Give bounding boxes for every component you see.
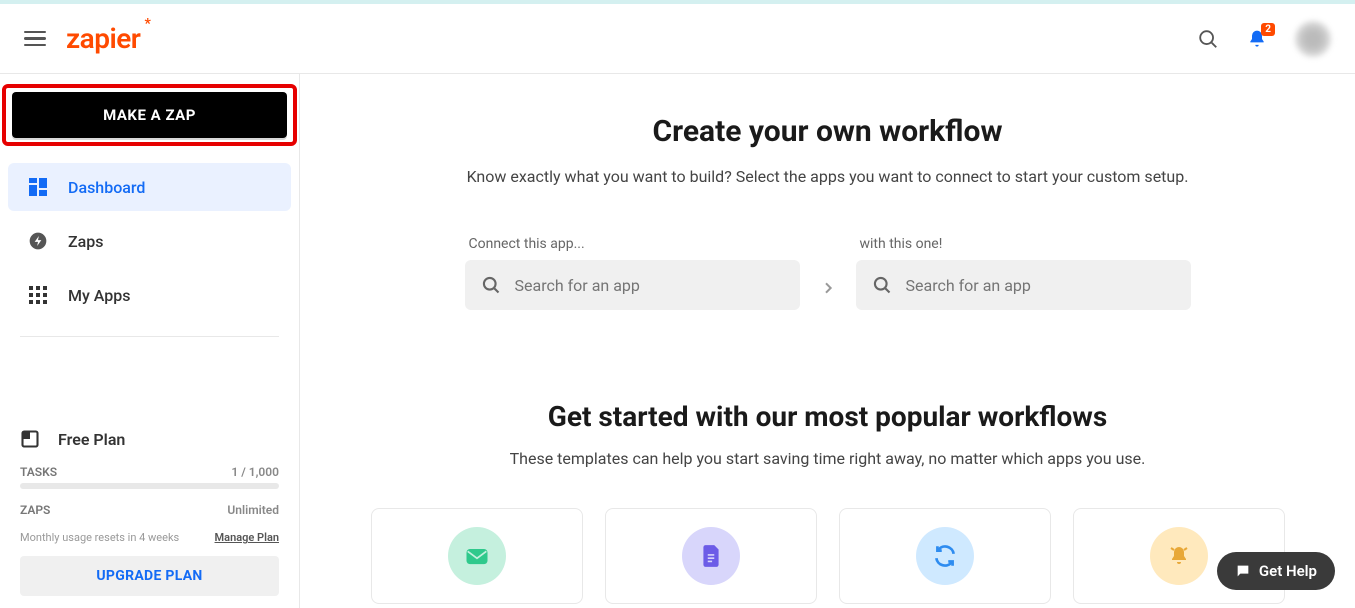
notifications-button[interactable]: 2 [1247,29,1267,49]
plan-icon [20,429,40,449]
sidebar-item-label: My Apps [68,286,131,305]
hero-subtitle: Know exactly what you want to build? Sel… [300,167,1355,186]
hero-title: Create your own workflow [300,114,1355,149]
source-app-input[interactable] [515,276,784,295]
tasks-progress-bar [20,483,279,489]
make-a-zap-button[interactable]: MAKE A ZAP [12,92,287,138]
dashboard-icon [28,177,48,197]
notification-bell-icon [1150,527,1208,585]
header-right: 2 [1197,21,1331,57]
sidebar-divider [20,336,279,337]
search-icon [481,275,501,295]
user-avatar[interactable] [1295,21,1331,57]
tasks-label: TASKS [20,465,57,479]
connect-source-label: Connect this app... [465,236,800,252]
make-zap-highlight: MAKE A ZAP [2,84,297,146]
target-app-input[interactable] [906,276,1175,295]
tasks-stat: TASKS 1 / 1,000 [20,465,279,479]
chevron-right-icon [820,280,836,296]
header: zapier* 2 [0,4,1355,74]
logo-asterisk-icon: * [145,16,151,32]
header-left: zapier* [24,22,140,55]
mail-icon [448,527,506,585]
zap-icon [28,231,48,251]
workflow-cards-row [300,508,1355,604]
tasks-value: 1 / 1,000 [231,465,279,479]
reset-info-row: Monthly usage resets in 4 weeks Manage P… [20,531,279,544]
zaps-stat: ZAPS Unlimited [20,503,279,517]
document-icon [682,527,740,585]
connect-apps-row: Connect this app... with this one! [300,236,1355,310]
popular-subtitle: These templates can help you start savin… [300,449,1355,468]
zaps-value: Unlimited [227,503,279,517]
sidebar-item-label: Dashboard [68,178,145,197]
sidebar-plan-section: Free Plan TASKS 1 / 1,000 ZAPS Unlimited… [0,429,299,608]
sidebar-item-label: Zaps [68,232,104,251]
workflow-card[interactable] [605,508,817,604]
menu-toggle-button[interactable] [24,31,46,47]
search-icon [872,275,892,295]
reset-text: Monthly usage resets in 4 weeks [20,531,179,544]
apps-grid-icon [28,285,48,305]
sidebar-item-dashboard[interactable]: Dashboard [8,163,291,211]
upgrade-plan-button[interactable]: UPGRADE PLAN [20,556,279,596]
logo[interactable]: zapier* [66,22,140,55]
plan-name: Free Plan [58,430,125,449]
layout: MAKE A ZAP Dashboard Zaps My Apps [0,74,1355,608]
notification-count-badge: 2 [1261,23,1275,36]
connect-target-col: with this one! [856,236,1191,310]
sidebar-item-zaps[interactable]: Zaps [8,217,291,265]
get-help-label: Get Help [1259,562,1317,580]
plan-name-row: Free Plan [20,429,279,449]
workflow-card[interactable] [839,508,1051,604]
logo-text: zapier [66,22,140,55]
target-app-search[interactable] [856,260,1191,310]
popular-title: Get started with our most popular workfl… [300,400,1355,433]
sync-icon [916,527,974,585]
manage-plan-link[interactable]: Manage Plan [215,531,279,544]
chat-icon [1235,563,1251,579]
get-help-button[interactable]: Get Help [1217,552,1335,590]
global-search-button[interactable] [1197,28,1219,50]
connect-source-col: Connect this app... [465,236,800,310]
zaps-label: ZAPS [20,503,50,517]
workflow-card[interactable] [371,508,583,604]
connect-target-label: with this one! [856,236,1191,252]
main-content: Create your own workflow Know exactly wh… [300,74,1355,608]
sidebar: MAKE A ZAP Dashboard Zaps My Apps [0,74,300,608]
search-icon [1197,28,1219,50]
source-app-search[interactable] [465,260,800,310]
sidebar-item-myapps[interactable]: My Apps [8,271,291,319]
